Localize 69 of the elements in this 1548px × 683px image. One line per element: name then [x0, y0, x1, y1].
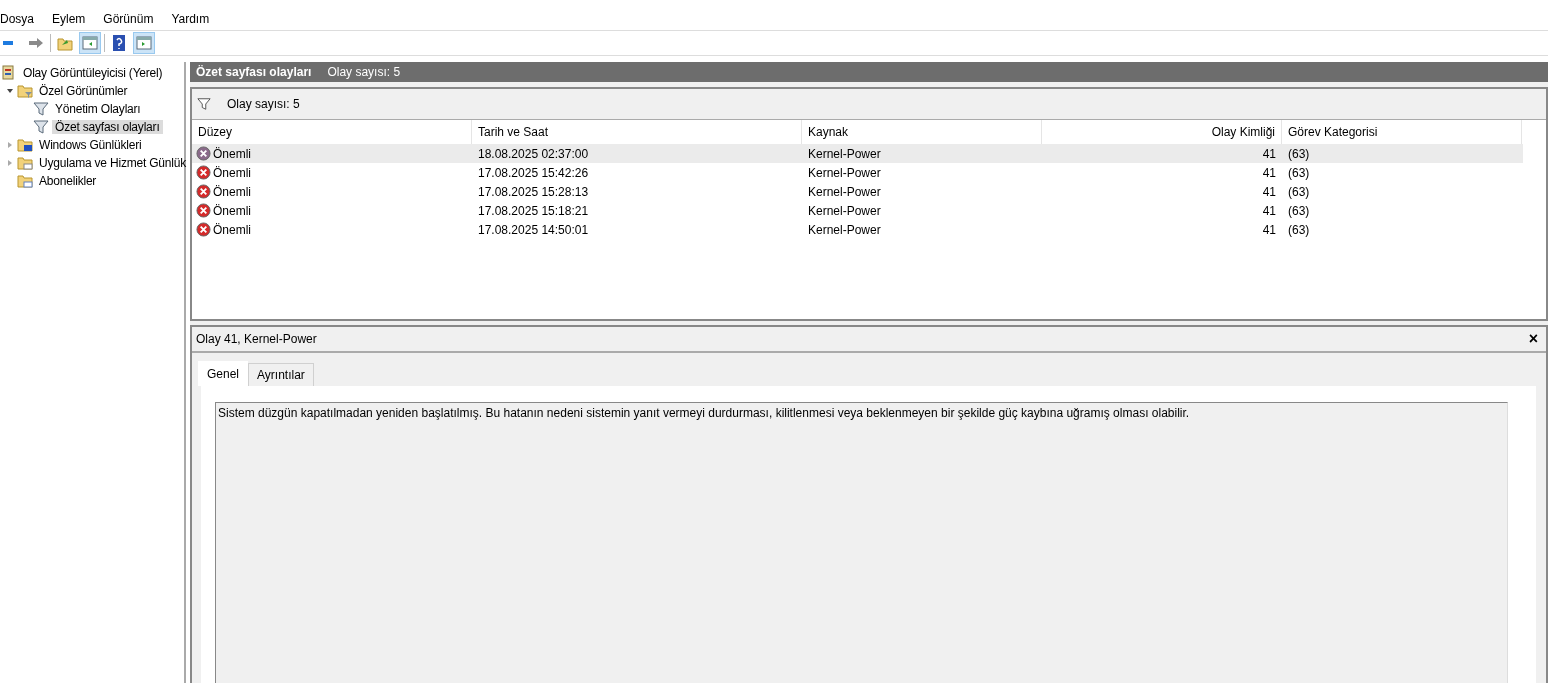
tree-item[interactable]: Olay Görüntüleyicisi (Yerel)	[20, 66, 166, 80]
error-icon	[196, 146, 211, 161]
table-cell: 18.08.2025 02:37:00	[478, 146, 589, 161]
error-icon	[196, 165, 211, 180]
table-cell: (63)	[1288, 165, 1310, 180]
error-icon	[196, 203, 211, 218]
table-cell: 41	[1262, 203, 1276, 218]
table-row[interactable]: Önemli 17.08.2025 15:18:21 Kernel-Power 41 (63)	[192, 201, 1523, 220]
pane-icon[interactable]	[136, 35, 152, 51]
table-cell: Önemli	[213, 146, 251, 161]
menu-item[interactable]: Eylem	[44, 12, 94, 26]
event-count: Olay sayısı: 5	[327, 65, 401, 79]
table-cell: 41	[1262, 184, 1276, 199]
table-cell: (63)	[1288, 146, 1310, 161]
table-cell: Önemli	[213, 165, 251, 180]
event-count: Olay sayısı: 5	[227, 97, 300, 111]
table-cell: 17.08.2025 14:50:01	[478, 222, 589, 237]
table-row[interactable]: Önemli 18.08.2025 02:37:00 Kernel-Power 41 (63)	[192, 144, 1523, 163]
tree-item[interactable]: Uygulama ve Hizmet Günlük	[36, 156, 190, 170]
tree-item[interactable]: Özet sayfası olayları	[52, 120, 163, 134]
menu-item[interactable]: Yardım	[163, 12, 218, 26]
menu-item[interactable]: Görünüm	[95, 12, 162, 26]
details-title: Olay 41, Kernel-Power	[196, 332, 317, 346]
tree-item[interactable]: Windows Günlükleri	[36, 138, 145, 152]
pane-icon[interactable]	[82, 35, 98, 51]
table-cell: Kernel-Power	[808, 184, 881, 199]
tab[interactable]: Ayrıntılar	[248, 363, 314, 386]
table-row[interactable]: Önemli 17.08.2025 14:50:01 Kernel-Power 41 (63)	[192, 220, 1523, 239]
error-icon	[196, 222, 211, 237]
folder-icon	[17, 173, 33, 189]
filter-icon	[197, 97, 211, 111]
collapsed-arrow-icon[interactable]	[6, 159, 14, 167]
error-icon	[196, 184, 211, 199]
help-icon[interactable]	[111, 35, 127, 51]
table-cell: Önemli	[213, 203, 251, 218]
table-cell: 17.08.2025 15:42:26	[478, 165, 589, 180]
table-cell: Kernel-Power	[808, 222, 881, 237]
tree-item[interactable]: Özel Görünümler	[36, 84, 131, 98]
table-cell: 41	[1262, 222, 1276, 237]
table-cell: Kernel-Power	[808, 146, 881, 161]
table-cell: (63)	[1288, 184, 1310, 199]
filter-icon	[33, 101, 49, 117]
tree-item[interactable]: Yönetim Olayları	[52, 102, 144, 116]
table-cell: Önemli	[213, 184, 251, 199]
tree-item[interactable]: Abonelikler	[36, 174, 100, 188]
tab[interactable]: Genel	[198, 361, 249, 386]
table-cell: 41	[1262, 146, 1276, 161]
table-cell: Kernel-Power	[808, 165, 881, 180]
menu-item[interactable]: Dosya	[0, 12, 42, 26]
folder-icon[interactable]	[57, 35, 73, 51]
table-cell: (63)	[1288, 222, 1310, 237]
forward-arrow-icon[interactable]	[28, 35, 44, 51]
expanded-arrow-icon[interactable]	[6, 87, 14, 95]
table-row[interactable]: Önemli 17.08.2025 15:42:26 Kernel-Power 41 (63)	[192, 163, 1523, 182]
collapsed-arrow-icon[interactable]	[6, 141, 14, 149]
table-cell: (63)	[1288, 203, 1310, 218]
folder-icon	[17, 83, 33, 99]
table-cell: Kernel-Power	[808, 203, 881, 218]
table-cell: Önemli	[213, 222, 251, 237]
description-text: Sistem düzgün kapatılmadan yeniden başlatılmış. Bu hatanın nedeni sistemin yanıt vermeyi durdurması, kilitlenmesi veya beklenmeyen bir şekilde güç kaybına uğramış olması olabilir.	[218, 406, 1190, 420]
folder-icon	[17, 155, 33, 171]
table-row[interactable]: Önemli 17.08.2025 15:28:13 Kernel-Power 41 (63)	[192, 182, 1523, 201]
table-cell: 41	[1262, 165, 1276, 180]
filter-icon	[33, 119, 49, 135]
header-title: Özet sayfası olayları	[196, 65, 312, 79]
table-cell: 17.08.2025 15:28:13	[478, 184, 589, 199]
close-button[interactable]: ×	[1528, 330, 1538, 348]
table-cell: 17.08.2025 15:18:21	[478, 203, 589, 218]
folder-icon	[17, 137, 33, 153]
